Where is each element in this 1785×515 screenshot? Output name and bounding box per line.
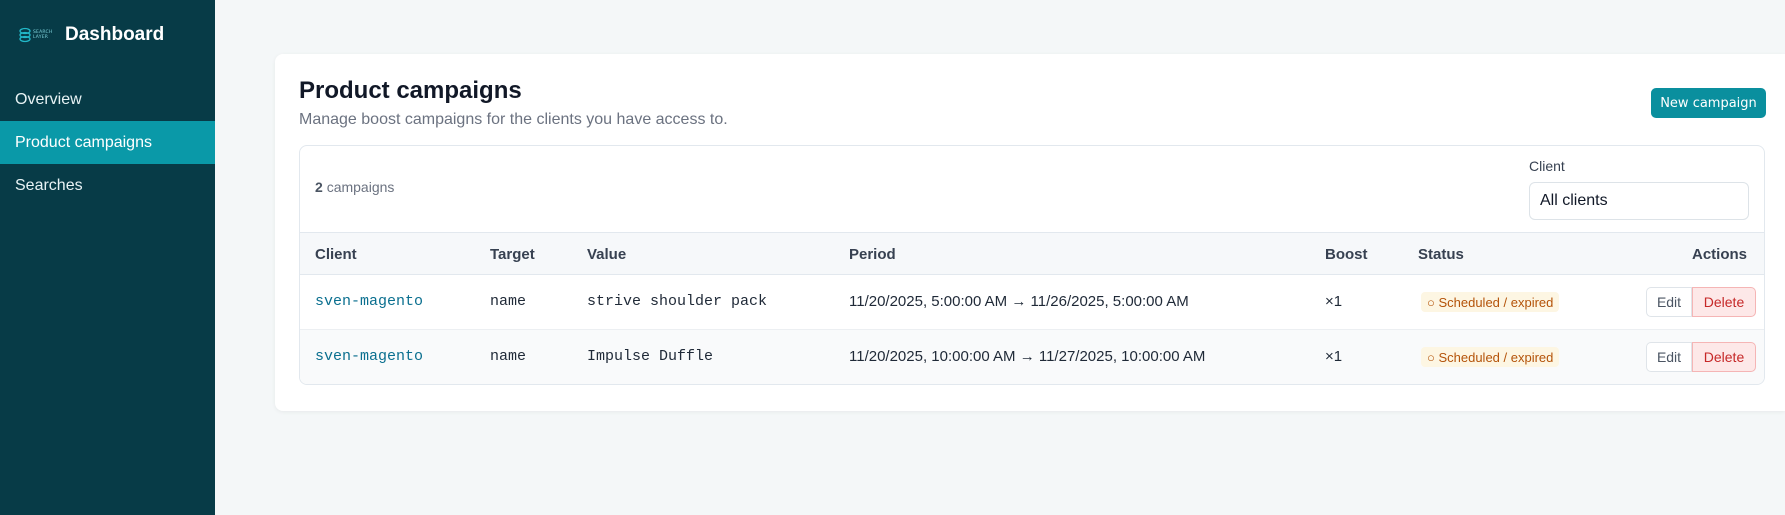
row-target: name bbox=[490, 348, 527, 365]
column-header-boost[interactable]: Boost bbox=[1325, 246, 1368, 263]
delete-button[interactable]: Delete bbox=[1692, 342, 1756, 372]
sidebar: SEARCH LAYER Dashboard Overview Product … bbox=[0, 0, 215, 515]
row-boost: ×1 bbox=[1325, 348, 1343, 365]
delete-button[interactable]: Delete bbox=[1692, 287, 1756, 317]
table-header: Client Target Value Period Boost Status … bbox=[300, 232, 1764, 275]
client-filter-select[interactable]: All clients bbox=[1529, 182, 1749, 220]
column-header-target[interactable]: Target bbox=[490, 246, 535, 263]
campaigns-table-panel: 2 campaigns Client All clients Client Ta… bbox=[299, 145, 1765, 385]
campaign-count: 2 campaigns bbox=[315, 179, 394, 195]
campaigns-card: Product campaigns Manage boost campaigns… bbox=[275, 54, 1785, 411]
row-boost: ×1 bbox=[1325, 293, 1343, 310]
brand: SEARCH LAYER Dashboard bbox=[0, 0, 215, 70]
row-value: strive shoulder pack bbox=[587, 293, 768, 310]
sidebar-item-product-campaigns[interactable]: Product campaigns bbox=[0, 121, 215, 164]
logo-text: SEARCH LAYER bbox=[33, 30, 52, 40]
sidebar-item-searches[interactable]: Searches bbox=[0, 164, 215, 207]
campaign-count-label: campaigns bbox=[326, 179, 395, 195]
row-value: Impulse Duffle bbox=[587, 348, 714, 365]
column-header-client[interactable]: Client bbox=[315, 246, 357, 263]
column-header-status[interactable]: Status bbox=[1418, 246, 1464, 263]
sidebar-nav: Overview Product campaigns Searches bbox=[0, 78, 215, 207]
sidebar-item-overview[interactable]: Overview bbox=[0, 78, 215, 121]
edit-button[interactable]: Edit bbox=[1646, 342, 1692, 372]
column-header-period[interactable]: Period bbox=[849, 246, 896, 263]
column-header-actions: Actions bbox=[1692, 246, 1748, 263]
client-filter-label: Client bbox=[1529, 158, 1565, 174]
row-client-link[interactable]: sven-magento bbox=[315, 348, 423, 365]
new-campaign-button[interactable]: New campaign bbox=[1651, 88, 1766, 118]
app-title: Dashboard bbox=[65, 24, 165, 45]
logo-mark-icon bbox=[19, 27, 31, 43]
row-period: 11/20/2025, 10:00:00 AM → 11/27/2025, 10… bbox=[849, 348, 1206, 365]
logo-text-line-2: LAYER bbox=[33, 35, 49, 40]
edit-button[interactable]: Edit bbox=[1646, 287, 1692, 317]
row-client-link[interactable]: sven-magento bbox=[315, 293, 423, 310]
table-row: sven-magento name strive shoulder pack 1… bbox=[300, 275, 1764, 330]
table-row: sven-magento name Impulse Duffle 11/20/2… bbox=[300, 330, 1764, 384]
row-target: name bbox=[490, 293, 527, 310]
row-period: 11/20/2025, 5:00:00 AM → 11/26/2025, 5:0… bbox=[849, 293, 1189, 310]
column-header-value[interactable]: Value bbox=[587, 246, 626, 263]
page-subtitle: Manage boost campaigns for the clients y… bbox=[299, 111, 728, 128]
searchlayer-logo-icon: SEARCH LAYER bbox=[19, 25, 53, 45]
page-title: Product campaigns bbox=[299, 77, 522, 104]
campaign-count-number: 2 bbox=[315, 179, 323, 195]
status-badge: ○ Scheduled / expired bbox=[1421, 292, 1560, 312]
status-badge: ○ Scheduled / expired bbox=[1421, 347, 1560, 367]
